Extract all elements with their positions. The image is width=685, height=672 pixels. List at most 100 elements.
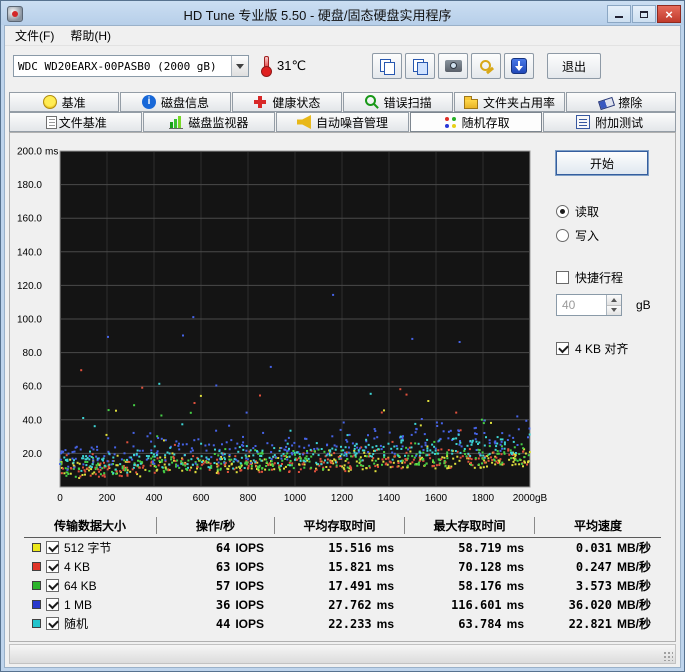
- align-option[interactable]: 4 KB 对齐: [556, 340, 669, 357]
- col-header-speed: 平均速度: [534, 517, 661, 534]
- spin-down-button[interactable]: [607, 305, 621, 315]
- tab-label: 自动噪音管理: [315, 115, 388, 130]
- camera-icon: [444, 60, 462, 72]
- minimize-button[interactable]: [607, 5, 631, 23]
- maximize-button[interactable]: [632, 5, 656, 23]
- health-cross-icon: [253, 95, 267, 109]
- window-title: HD Tune 专业版 5.50 - 硬盘/固态硬盘实用程序: [183, 7, 452, 23]
- ops-value: 57: [215, 578, 231, 593]
- series-checkbox[interactable]: [46, 560, 59, 573]
- svg-text:2000gB: 2000gB: [513, 493, 548, 504]
- copy-text-button[interactable]: [405, 53, 436, 79]
- tab-error-scan[interactable]: 错误扫描: [342, 92, 454, 112]
- svg-text:400: 400: [146, 493, 163, 504]
- write-label: 写入: [575, 229, 600, 243]
- max-access-value: 58.719: [458, 540, 502, 555]
- write-radio[interactable]: [556, 229, 569, 242]
- write-option[interactable]: 写入: [556, 227, 669, 244]
- chevron-down-icon: [611, 307, 617, 315]
- tab-file-benchmark[interactable]: 文件基准: [9, 112, 142, 132]
- svg-text:1200: 1200: [331, 493, 354, 504]
- tab-label: 擦除: [618, 95, 643, 110]
- max-access-unit: ms: [506, 540, 524, 555]
- series-color-swatch: [32, 600, 41, 609]
- tab-random-access[interactable]: 随机存取: [409, 112, 543, 132]
- tab-health[interactable]: 健康状态: [231, 92, 342, 112]
- series-color-swatch: [32, 581, 41, 590]
- tab-aam[interactable]: 自动噪音管理: [276, 112, 409, 132]
- series-checkbox[interactable]: [46, 617, 59, 630]
- svg-text:120.0: 120.0: [17, 281, 42, 292]
- close-button[interactable]: ×: [657, 5, 681, 23]
- tab-label: 错误扫描: [383, 95, 432, 110]
- avg-speed-unit: MB/秒: [617, 579, 651, 593]
- avg-speed-value: 22.821: [568, 617, 612, 631]
- drive-select[interactable]: WDC WD20EARX-00PASB0 (2000 gB): [13, 55, 249, 77]
- col-header-size: 传输数据大小: [53, 519, 126, 533]
- align-label: 4 KB 对齐: [575, 342, 629, 356]
- shortstroke-checkbox[interactable]: [556, 271, 569, 284]
- series-color-swatch: [32, 562, 41, 571]
- series-checkbox[interactable]: [46, 541, 59, 554]
- random-access-scatter-chart: 20.0 40.0 60.0 80.0 100.0 120.0 140.0 160.0 180.…: [17, 147, 548, 505]
- read-option[interactable]: 读取: [556, 203, 669, 220]
- svg-text:160.0: 160.0: [17, 214, 42, 225]
- tab-label: 健康状态: [272, 95, 321, 110]
- chart-row: 20.0 40.0 60.0 80.0 100.0 120.0 140.0 160.0 180.…: [12, 139, 673, 511]
- options-button[interactable]: [471, 53, 502, 79]
- copy-image-button[interactable]: [372, 53, 403, 79]
- ops-unit: IOPS: [235, 540, 264, 555]
- svg-text:1800: 1800: [472, 493, 495, 504]
- update-button[interactable]: [504, 53, 535, 79]
- start-button[interactable]: 开始: [556, 151, 648, 175]
- svg-text:40.0: 40.0: [23, 415, 43, 426]
- tab-folder-usage[interactable]: 文件夹占用率: [454, 92, 565, 112]
- exit-button[interactable]: 退出: [547, 53, 602, 79]
- drive-select-dropdown-button[interactable]: [231, 56, 248, 76]
- tab-label: 磁盘信息: [160, 95, 209, 110]
- max-access-unit: ms: [506, 616, 524, 631]
- svg-text:20.0: 20.0: [23, 449, 43, 460]
- series-checkbox[interactable]: [46, 598, 59, 611]
- tab-disk-info[interactable]: 磁盘信息: [120, 92, 231, 112]
- ops-value: 36: [215, 597, 231, 612]
- series-checkbox[interactable]: [46, 579, 59, 592]
- camera-lens: [449, 62, 457, 69]
- temperature-value: 31℃: [277, 58, 307, 73]
- ops-unit: IOPS: [235, 597, 264, 612]
- ops-unit: IOPS: [235, 578, 264, 593]
- read-radio[interactable]: [556, 205, 569, 218]
- random-access-panel: 20.0 40.0 60.0 80.0 100.0 120.0 140.0 160.0 180.…: [9, 132, 676, 642]
- checklist-icon: [576, 115, 591, 129]
- col-header-avg: 平均存取时间: [274, 517, 404, 534]
- read-label: 读取: [575, 205, 600, 219]
- spin-up-button[interactable]: [607, 295, 621, 306]
- scatter-dots-icon: [443, 115, 457, 129]
- menu-file[interactable]: 文件(F): [7, 25, 62, 46]
- max-access-unit: ms: [506, 578, 524, 593]
- shortstroke-option[interactable]: 快捷行程: [556, 269, 669, 286]
- align-checkbox[interactable]: [556, 342, 569, 355]
- svg-text:140.0: 140.0: [17, 247, 42, 258]
- tab-benchmark[interactable]: 基准: [9, 92, 120, 112]
- menu-help[interactable]: 帮助(H): [62, 25, 119, 46]
- tab-disk-monitor[interactable]: 磁盘监视器: [142, 112, 276, 132]
- avg-speed-unit: MB/秒: [617, 541, 651, 555]
- copy-image-icon: [379, 58, 395, 75]
- svg-text:0: 0: [57, 493, 63, 504]
- max-access-value: 63.784: [458, 616, 502, 631]
- app-icon-dot: [12, 11, 18, 17]
- bulb-icon: [42, 95, 57, 109]
- thermometer-bulb: [261, 65, 272, 77]
- avg-speed-value: 36.020: [568, 598, 612, 612]
- status-bar: [9, 644, 676, 664]
- avg-speed-unit: MB/秒: [617, 560, 651, 574]
- resize-grip[interactable]: [663, 651, 673, 661]
- tab-erase[interactable]: 擦除: [565, 92, 676, 112]
- screenshot-button[interactable]: [438, 53, 469, 79]
- shortstroke-size-input[interactable]: 40: [556, 294, 622, 316]
- ops-unit: IOPS: [235, 559, 264, 574]
- app-icon: [7, 6, 23, 22]
- tab-extra-tests[interactable]: 附加测试: [543, 112, 676, 132]
- avg-speed-unit: MB/秒: [617, 598, 651, 612]
